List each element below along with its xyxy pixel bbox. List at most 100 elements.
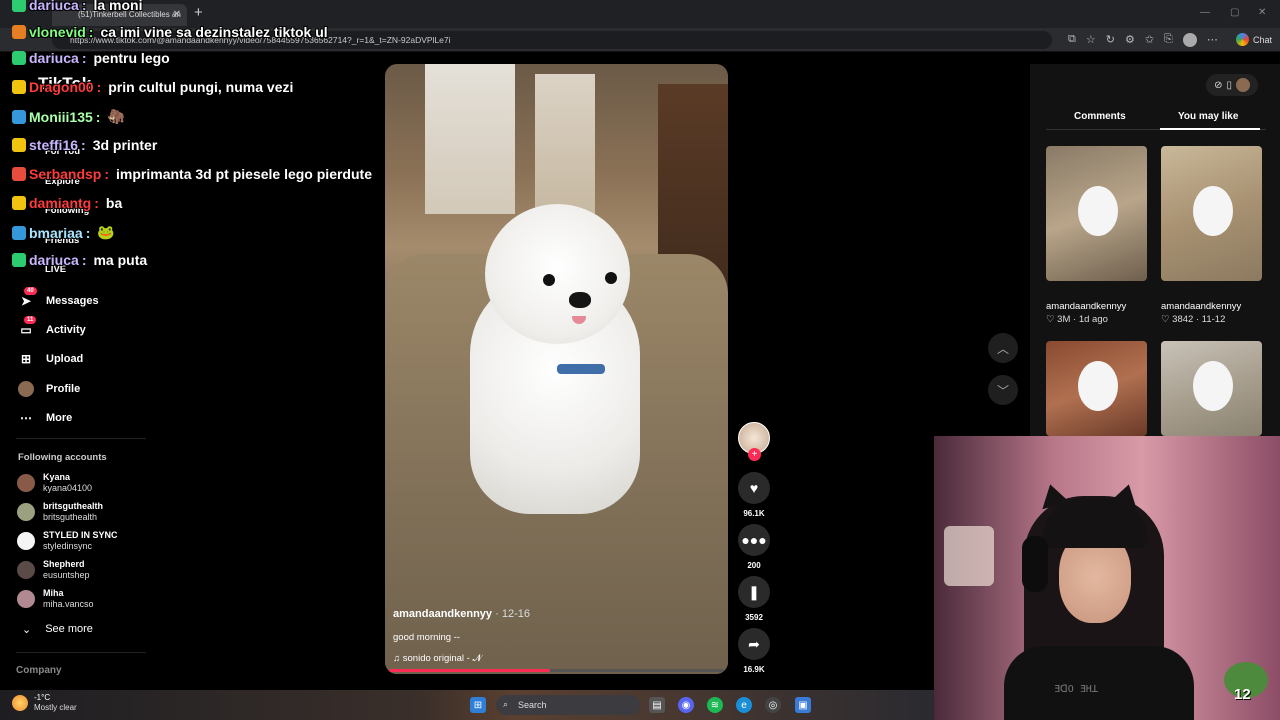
thumbnail-dog [1078, 186, 1118, 236]
browse-icon[interactable]: ⊘ [1214, 80, 1222, 91]
chat-badge-icon [12, 80, 26, 94]
maximize-icon[interactable]: ▢ [1230, 7, 1239, 18]
more-icon[interactable]: ⋯ [1207, 33, 1218, 47]
nav-profile[interactable]: Profile [18, 381, 80, 397]
tab-you-may-like[interactable]: You may like [1178, 111, 1238, 122]
obs-icon[interactable]: ◎ [765, 697, 781, 713]
suggested-video-thumb[interactable] [1046, 146, 1147, 281]
chat-message: bmariaa: 🐸 [12, 224, 115, 241]
suggested-video-thumb[interactable] [1161, 146, 1262, 281]
star-icon[interactable]: ☆ [1086, 33, 1096, 47]
chat-separator: : [81, 0, 87, 13]
suggested-video-thumb[interactable] [1161, 341, 1262, 436]
streamer-webcam: ƎᗡO ƎHꓕ 12 [934, 436, 1280, 720]
weather-widget[interactable]: -1°C Mostly clear [12, 693, 77, 713]
headset [1022, 536, 1048, 592]
active-tab-indicator [1160, 128, 1260, 130]
thumb-author[interactable]: amandaandkennyy [1161, 301, 1241, 312]
thumb-time: 1d ago [1078, 314, 1108, 325]
copilot-chat-button[interactable]: Chat [1235, 33, 1272, 46]
nav-activity[interactable]: ▭ 11 Activity [18, 316, 86, 338]
chat-text: 🐸 [97, 224, 115, 240]
chat-text: ma puta [93, 252, 148, 268]
account-name: Kyana [43, 472, 71, 482]
profile-avatar-icon [18, 381, 34, 397]
app-icon[interactable]: ▣ [795, 697, 811, 713]
like-button[interactable]: ♥ [738, 472, 770, 504]
chat-separator: : [104, 166, 110, 182]
chat-message: dariuca: la moni [12, 0, 143, 13]
chevron-down-icon: ⌄ [22, 624, 32, 636]
discord-icon[interactable]: ◉ [678, 697, 694, 713]
chat-badge-icon [12, 167, 26, 181]
chat-message: Moniii135: 🦣 [12, 108, 125, 125]
like-count: 96.1K [743, 509, 765, 518]
dog-nose [569, 292, 591, 308]
video-music[interactable]: ♫ sonido original - 𝓝 [393, 653, 482, 664]
comment-icon: ●●● [741, 532, 767, 548]
nav-activity-label: Activity [46, 324, 86, 336]
extension-icon[interactable]: ⚙ [1125, 33, 1135, 47]
activity-badge: 11 [24, 316, 37, 324]
save-count: 3592 [745, 613, 763, 622]
account-avatar[interactable] [1236, 78, 1250, 92]
chat-username: Dragon00 [29, 79, 94, 95]
minimize-icon[interactable]: — [1200, 7, 1210, 18]
save-button[interactable]: ❚ [738, 576, 770, 608]
video-player[interactable]: amandaandkennyy · 12-16 good morning -- … [385, 64, 728, 674]
chat-message: Dragon00: prin cultul pungi, numa vezi [12, 79, 293, 95]
account-name: Shepherd [43, 559, 85, 569]
panel-toolbar: ⊘ ▯ [1206, 74, 1258, 96]
chat-label: Chat [1252, 34, 1272, 45]
see-more-button[interactable]: ⌄ See more [22, 623, 93, 636]
chat-username: dariuca [29, 0, 79, 13]
chat-separator: : [81, 50, 87, 66]
following-account[interactable]: britsguthealth britsguthealth [17, 501, 103, 523]
previous-video-button[interactable]: ︿ [988, 333, 1018, 363]
nav-messages[interactable]: ➤ 40 Messages [18, 287, 99, 309]
following-account[interactable]: Kyana kyana04100 [17, 472, 92, 494]
tab-comments[interactable]: Comments [1074, 111, 1126, 122]
nav-more[interactable]: ⋯ More [18, 410, 72, 426]
thumb-author[interactable]: amandaandkennyy [1046, 301, 1126, 312]
following-account[interactable]: Miha miha.vancso [17, 588, 94, 610]
collections-icon[interactable]: ⎘ [1164, 33, 1173, 47]
weather-desc: Mostly clear [34, 703, 77, 712]
chat-username: Moniii135 [29, 108, 93, 125]
thumb-time: 11-12 [1201, 314, 1226, 325]
chat-badge-icon [12, 25, 26, 39]
profile-avatar[interactable] [1182, 33, 1197, 47]
window-close-icon[interactable]: ✕ [1258, 7, 1266, 18]
following-account[interactable]: STYLED IN SYNC styledinsync [17, 530, 118, 552]
windows-start-icon[interactable]: ⊞ [470, 697, 486, 713]
following-account[interactable]: Shepherd eusuntshep [17, 559, 90, 581]
video-date: · 12-16 [495, 608, 530, 620]
favorites-icon[interactable]: ✩ [1145, 33, 1154, 47]
account-name: Miha [43, 588, 64, 598]
chat-message: steffi16:3d printer [12, 137, 157, 153]
install-icon[interactable]: ⧉ [1068, 33, 1076, 47]
follow-plus-icon[interactable]: + [748, 448, 761, 461]
share-button[interactable]: ➦ [738, 628, 770, 660]
refresh-icon[interactable]: ↻ [1106, 33, 1115, 47]
edge-icon[interactable]: e [736, 697, 752, 713]
chat-separator: : [85, 224, 91, 241]
video-author[interactable]: amandaandkennyy · 12-16 [393, 608, 530, 620]
phone-icon[interactable]: ▯ [1226, 80, 1232, 91]
chat-separator: : [81, 252, 87, 268]
file-explorer-icon[interactable]: ▤ [649, 697, 665, 713]
thumb-meta: ♡ 3842 · 11-12 [1161, 314, 1226, 325]
video-progress-bar[interactable] [389, 669, 724, 672]
chat-text: imprimanta 3d pt piesele lego pierdute [116, 166, 372, 182]
nav-upload[interactable]: ⊞ Upload [18, 351, 83, 367]
suggested-video-thumb[interactable] [1046, 341, 1147, 436]
taskbar-search[interactable]: ⌕ Search [496, 695, 640, 715]
chat-badge-icon [12, 253, 26, 267]
spotify-icon[interactable]: ≋ [707, 697, 723, 713]
next-video-button[interactable]: ﹀ [988, 375, 1018, 405]
chat-username: Serbandsp [29, 166, 102, 182]
new-tab-button[interactable]: + [194, 4, 203, 21]
close-icon[interactable]: ✕ [173, 9, 181, 20]
comment-button[interactable]: ●●● [738, 524, 770, 556]
company-link[interactable]: Company [16, 665, 62, 676]
